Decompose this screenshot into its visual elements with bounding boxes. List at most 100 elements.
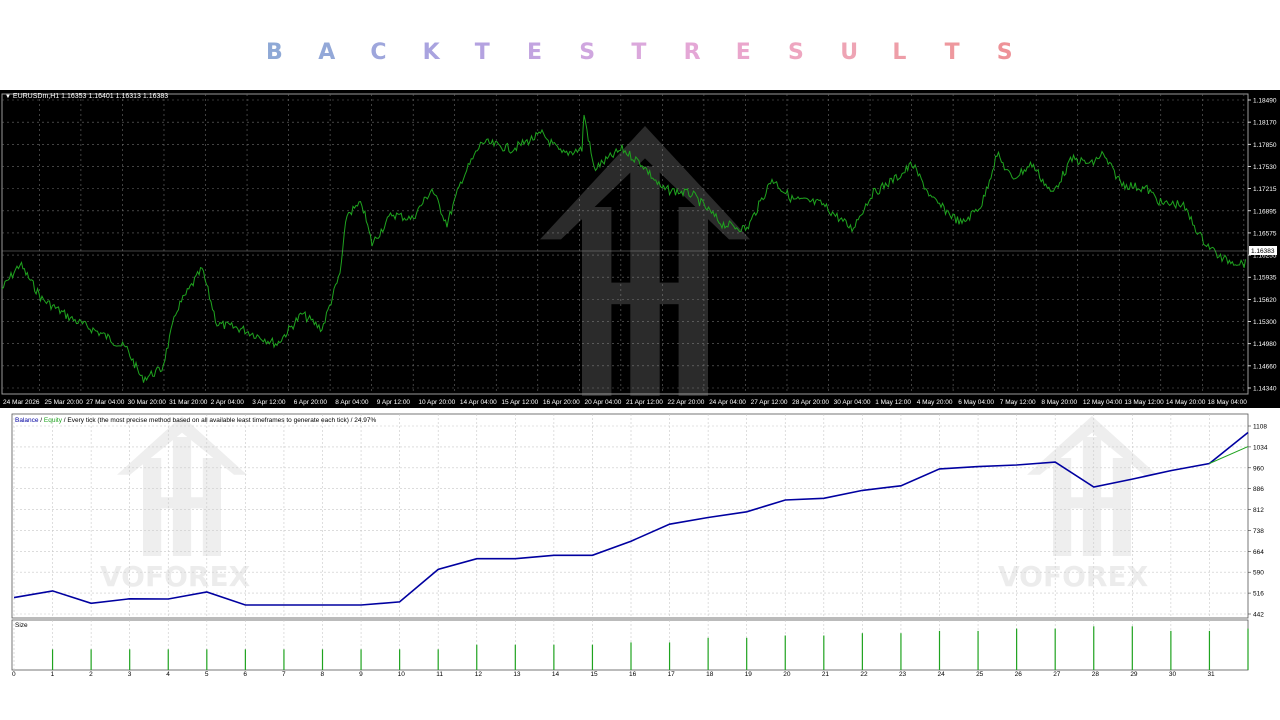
price-x-tick: 30 Mar 20:00 (128, 399, 167, 406)
banner-letter: U (840, 40, 859, 65)
price-x-tick: 13 May 12:00 (1124, 399, 1164, 406)
price-x-tick: 6 Apr 20:00 (294, 399, 328, 406)
balance-x-tick: 28 (1092, 671, 1100, 678)
equity-line (1209, 446, 1249, 464)
balance-x-tick: 0 (12, 671, 16, 678)
price-x-tick: 12 May 04:00 (1083, 399, 1123, 406)
balance-y-tick: 812 (1253, 507, 1264, 514)
price-y-tick: 1.17215 (1253, 186, 1277, 193)
balance-y-tick: 442 (1253, 612, 1264, 619)
price-x-tick: 16 Apr 20:00 (543, 399, 580, 406)
price-x-tick: 9 Apr 12:00 (377, 399, 411, 406)
banner-letter: L (892, 40, 907, 65)
house-logo-icon (117, 416, 247, 556)
symbol-info-text: EURUSDm,H1 1.16353 1.16401 1.16313 1.163… (12, 93, 169, 100)
price-x-tick: 2 Apr 04:00 (211, 399, 245, 406)
price-x-tick: 14 May 20:00 (1166, 399, 1206, 406)
price-x-tick: 7 May 12:00 (1000, 399, 1036, 406)
balance-x-tick: 7 (282, 671, 286, 678)
balance-graph[interactable]: 11081034960886812738664590516442VOFOREX V… (0, 408, 1280, 680)
balance-x-tick: 22 (860, 671, 868, 678)
price-x-tick: 30 Apr 04:00 (834, 399, 871, 406)
price-x-tick: 6 May 04:00 (958, 399, 994, 406)
watermark-text: VOFOREX (998, 560, 1149, 593)
price-x-tick: 8 May 20:00 (1041, 399, 1077, 406)
balance-x-tick: 9 (359, 671, 363, 678)
strategy-tester-graph[interactable]: 1108 1034 960 886 812 738 664 590 516 442 VOFOREX V… (0, 408, 1280, 680)
price-x-tick: 22 Apr 20:00 (668, 399, 705, 406)
price-y-tick: 1.18490 (1253, 98, 1277, 105)
price-x-tick: 18 May 04:00 (1207, 399, 1247, 406)
banner-letter: S (579, 40, 596, 65)
balance-y-tick: 1108 (1253, 424, 1267, 431)
balance-y-tick: 960 (1253, 465, 1264, 472)
price-x-tick: 27 Mar 04:00 (86, 399, 125, 406)
price-x-tick: 20 Apr 04:00 (584, 399, 621, 406)
price-grid (1, 93, 1251, 395)
banner-letter: R (683, 40, 701, 65)
balance-x-tick: 14 (552, 671, 560, 678)
price-y-tick: 1.15620 (1253, 297, 1277, 304)
banner-letter: T (474, 40, 490, 65)
balance-x-tick: 11 (436, 671, 443, 678)
balance-x-tick: 26 (1015, 671, 1023, 678)
balance-y-tick: 516 (1253, 591, 1264, 598)
price-y-tick: 1.18170 (1253, 120, 1277, 127)
equity-legend: Equity (43, 417, 62, 424)
balance-y-tick: 738 (1253, 528, 1264, 535)
price-y-tick: 1.14340 (1253, 386, 1277, 393)
balance-x-tick: 19 (745, 671, 753, 678)
price-chart[interactable]: 1.18490 1.18170 1.17850 1.17530 1.17215 1.168… (0, 90, 1280, 408)
balance-x-tick: 23 (899, 671, 907, 678)
balance-legend: Balance (15, 417, 39, 424)
balance-x-tick: 3 (128, 671, 132, 678)
banner-letter: C (370, 40, 387, 65)
price-x-tick: 24 Mar 2026 (3, 399, 40, 406)
price-y-tick: 1.15300 (1253, 319, 1277, 326)
price-chart-panel[interactable]: 1.18490 1.18170 1.17850 1.17530 1.17215 1.168… (0, 90, 1280, 408)
banner-letter: B (266, 40, 283, 65)
test-description: / Every tick (the most precise method ba… (62, 417, 377, 424)
price-x-tick: 4 May 20:00 (917, 399, 953, 406)
balance-x-tick: 25 (976, 671, 984, 678)
balance-x-tick: 31 (1207, 671, 1215, 678)
symbol-info: ▼ EURUSDm,H1 1.16353 1.16401 1.16313 1.1… (5, 93, 168, 100)
price-x-tick: 24 Apr 04:00 (709, 399, 746, 406)
price-y-tick: 1.16575 (1253, 230, 1277, 237)
banner-letter: A (318, 40, 336, 65)
price-y-tick: 1.15935 (1253, 275, 1277, 282)
balance-x-tick: 13 (513, 671, 521, 678)
price-y-tick: 1.16895 (1253, 208, 1277, 215)
price-y-tick: 1.17850 (1253, 142, 1277, 149)
banner-letter: S (996, 40, 1013, 65)
price-x-tick: 10 Apr 20:00 (418, 399, 455, 406)
balance-x-tick: 24 (938, 671, 946, 678)
price-x-tick: 28 Apr 20:00 (792, 399, 829, 406)
size-panel (11, 619, 1249, 671)
balance-y-tick: 590 (1253, 570, 1264, 577)
balance-x-tick: 10 (398, 671, 406, 678)
price-y-tick: 1.14660 (1253, 363, 1277, 370)
current-price-label: 1.16383 (1251, 248, 1275, 255)
balance-x-tick: 27 (1053, 671, 1061, 678)
chart-menu-icon[interactable]: ▼ (5, 94, 11, 100)
price-y-tick: 1.14980 (1253, 341, 1277, 348)
balance-x-tick: 30 (1169, 671, 1177, 678)
banner-letter: K (422, 40, 440, 65)
watermark-text: VOFOREX (100, 560, 251, 593)
balance-x-tick: 2 (89, 671, 93, 678)
balance-y-tick: 886 (1253, 486, 1264, 493)
balance-x-tick: 12 (475, 671, 483, 678)
price-x-tick: 15 Apr 12:00 (501, 399, 538, 406)
balance-x-tick: 21 (822, 671, 830, 678)
price-x-tick: 8 Apr 04:00 (335, 399, 369, 406)
price-x-tick: 14 Apr 04:00 (460, 399, 497, 406)
banner-letter: S (788, 40, 804, 65)
price-y-tick: 1.17530 (1253, 164, 1277, 171)
banner-letter: E (735, 40, 751, 65)
price-x-tick: 25 Mar 20:00 (45, 399, 84, 406)
balance-x-tick: 18 (706, 671, 714, 678)
price-x-tick: 3 Apr 12:00 (252, 399, 286, 406)
balance-x-tick: 16 (629, 671, 637, 678)
balance-x-tick: 4 (166, 671, 170, 678)
